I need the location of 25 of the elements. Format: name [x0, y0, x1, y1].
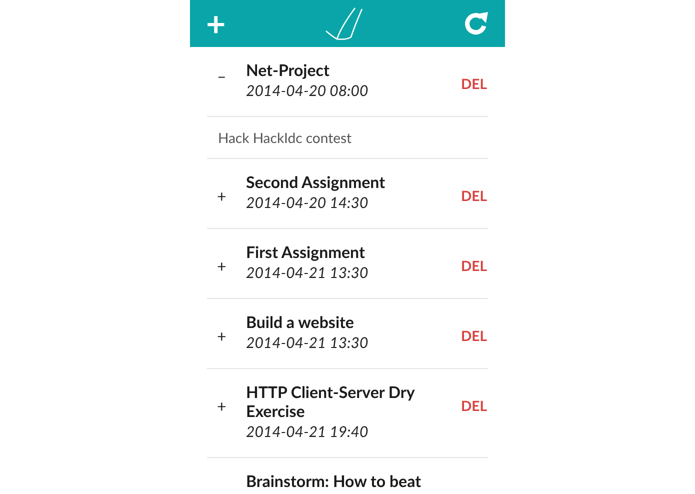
- delete-button[interactable]: DEL: [461, 61, 487, 94]
- expand-toggle[interactable]: +: [207, 173, 246, 209]
- add-button[interactable]: +: [206, 6, 226, 40]
- logo-icon: [325, 6, 364, 40]
- task-date: 2014-04-21 19:40: [246, 422, 370, 443]
- task-date: 2014-04-21 13:30: [246, 263, 370, 284]
- expand-toggle[interactable]: +: [207, 313, 246, 349]
- task-title: Build a website: [246, 313, 355, 332]
- task-date: 2014-04-21 13:30: [246, 333, 370, 354]
- task-title: First Assignment: [246, 243, 366, 262]
- delete-button[interactable]: DEL: [461, 243, 487, 276]
- delete-button[interactable]: DEL: [461, 313, 487, 346]
- task-title: HTTP Client-Server Dry Exercise: [246, 383, 416, 421]
- task-date: 2014-04-20 14:30: [246, 193, 370, 214]
- task-title: Net-Project: [246, 61, 330, 80]
- expand-toggle[interactable]: +: [207, 383, 246, 419]
- task-date: 2014-04-20 08:00: [246, 81, 370, 102]
- refresh-icon[interactable]: [462, 10, 489, 36]
- delete-button[interactable]: DEL: [461, 173, 487, 206]
- task-title: Brainstorm: How to beat: [246, 472, 422, 491]
- task-title: Second Assignment: [246, 173, 386, 192]
- expand-toggle[interactable]: +: [207, 243, 246, 279]
- task-description: Hack HackIdc contest: [207, 117, 488, 159]
- expand-toggle[interactable]: –: [207, 61, 246, 89]
- delete-button[interactable]: DEL: [461, 383, 487, 416]
